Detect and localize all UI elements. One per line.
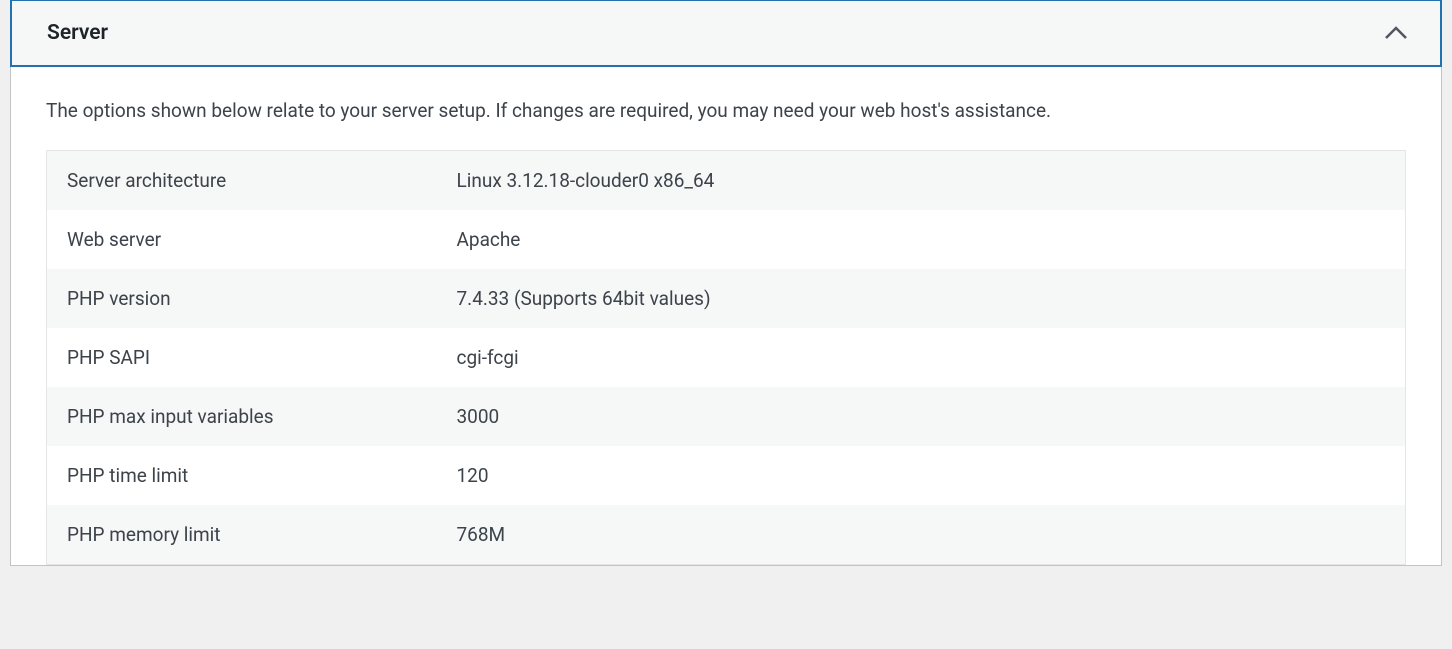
row-label: PHP time limit bbox=[47, 446, 437, 505]
row-value: Linux 3.12.18-clouder0 x86_64 bbox=[437, 150, 1406, 210]
chevron-up-icon bbox=[1382, 19, 1410, 47]
row-value: cgi-fcgi bbox=[437, 328, 1406, 387]
row-value: 768M bbox=[437, 505, 1406, 565]
table-row: Server architecture Linux 3.12.18-cloude… bbox=[47, 150, 1406, 210]
row-value: Apache bbox=[437, 210, 1406, 269]
server-panel-toggle[interactable]: Server bbox=[10, 0, 1442, 67]
table-row: PHP max input variables 3000 bbox=[47, 387, 1406, 446]
row-label: Web server bbox=[47, 210, 437, 269]
panel-title: Server bbox=[47, 21, 108, 45]
table-row: PHP time limit 120 bbox=[47, 446, 1406, 505]
row-label: PHP max input variables bbox=[47, 387, 437, 446]
row-label: PHP version bbox=[47, 269, 437, 328]
row-label: Server architecture bbox=[47, 150, 437, 210]
row-value: 120 bbox=[437, 446, 1406, 505]
server-panel: Server The options shown below relate to… bbox=[10, 0, 1442, 566]
row-value: 7.4.33 (Supports 64bit values) bbox=[437, 269, 1406, 328]
table-row: PHP SAPI cgi-fcgi bbox=[47, 328, 1406, 387]
table-row: PHP memory limit 768M bbox=[47, 505, 1406, 565]
row-label: PHP memory limit bbox=[47, 505, 437, 565]
row-value: 3000 bbox=[437, 387, 1406, 446]
table-row: Web server Apache bbox=[47, 210, 1406, 269]
panel-body: The options shown below relate to your s… bbox=[11, 67, 1441, 565]
server-info-table: Server architecture Linux 3.12.18-cloude… bbox=[46, 150, 1406, 565]
row-label: PHP SAPI bbox=[47, 328, 437, 387]
table-row: PHP version 7.4.33 (Supports 64bit value… bbox=[47, 269, 1406, 328]
panel-description: The options shown below relate to your s… bbox=[46, 97, 1406, 126]
